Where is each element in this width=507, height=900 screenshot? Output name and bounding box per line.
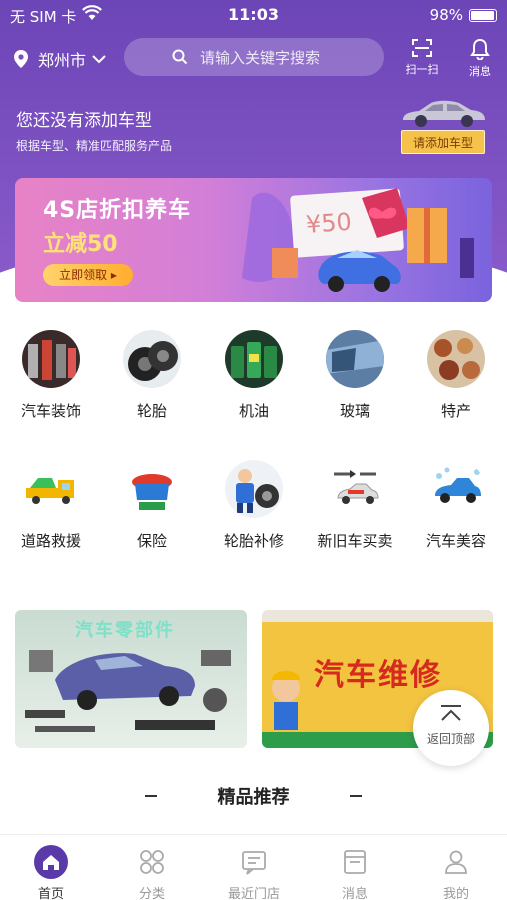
coupon-value: ¥50 [305,208,353,239]
category-label: 保险 [136,532,167,550]
top-bar: 郑州市 请输入关键字搜索 扫一扫 消息 [0,38,507,78]
bell-icon [470,38,490,60]
tab-nearby-store[interactable]: 最近门店 [204,845,304,900]
divider-left [145,795,157,797]
banner-title: 4S店折扣养车 [43,198,192,223]
car-trade-icon [326,460,384,518]
banner-discount: 立减50 [43,232,118,257]
chevron-down-icon [92,55,106,64]
car-silhouette-icon [403,100,485,127]
coupon-gift-illustration: ¥50 [242,188,474,292]
car-repair-title: 汽车维修 [314,658,442,693]
bottom-tab-bar: 首页 分类 最近门店 消息 我的 [0,834,507,900]
tire-repair-icon [225,460,283,518]
engine-oil-icon [225,330,283,388]
category-road-rescue[interactable]: 道路救援 [1,460,101,551]
promo-card-auto-parts[interactable]: 汽车零部件 [15,610,247,748]
banner-claim-button[interactable]: 立即领取 ▸ [43,264,133,286]
category-icon [140,850,164,874]
section-title: 精品推荐 [217,787,290,808]
tab-label: 最近门店 [227,887,280,900]
insurance-icon [123,460,181,518]
category-engine-oil[interactable]: 机油 [204,330,304,421]
category-car-decoration[interactable]: 汽车装饰 [1,330,101,421]
tab-messages[interactable]: 消息 [305,845,405,900]
category-label: 轮胎补修 [223,532,284,550]
tab-label: 我的 [442,887,469,900]
category-label: 道路救援 [20,532,81,550]
tab-profile[interactable]: 我的 [406,845,506,900]
store-icon [242,851,266,875]
tab-category[interactable]: 分类 [102,845,202,900]
no-car-subtitle: 根据车型、精准匹配服务产品 [16,139,173,153]
tab-label: 首页 [37,887,64,900]
city-selector[interactable]: 郑州市 [14,47,116,71]
scan-icon [412,39,432,57]
category-specialty[interactable]: 特产 [406,330,506,421]
tab-label: 分类 [138,887,165,900]
category-label: 新旧车买卖 [317,532,393,550]
category-label: 汽车美容 [425,532,486,550]
add-car-widget[interactable]: 请添加车型 [397,96,489,154]
city-label: 郑州市 [38,51,87,70]
scan-label: 扫一扫 [405,63,439,76]
car-wash-icon [427,460,485,518]
category-label: 机油 [238,402,269,420]
category-label: 特产 [440,402,471,420]
promo-banner[interactable]: ¥50 4S店折扣养车 立减50 立即领取 ▸ [15,178,492,302]
arrow-up-icon [441,705,461,721]
home-icon [34,845,68,879]
tow-truck-icon [22,460,80,518]
category-tire[interactable]: 轮胎 [102,330,202,421]
category-label: 轮胎 [136,402,167,420]
car-decoration-icon [22,330,80,388]
message-label: 消息 [469,65,491,78]
back-to-top-button[interactable]: 返回顶部 [413,690,489,766]
message-icon [344,850,366,874]
back-to-top-label: 返回顶部 [426,732,475,746]
category-insurance[interactable]: 保险 [102,460,202,551]
tire-icon [123,330,181,388]
battery-percent: 98% [429,6,463,24]
profile-icon [445,850,467,874]
category-label: 玻璃 [339,402,370,420]
category-label: 汽车装饰 [20,402,81,420]
divider-right [350,795,362,797]
category-tire-repair[interactable]: 轮胎补修 [204,460,304,551]
scan-button[interactable]: 扫一扫 [402,38,442,77]
battery-icon [469,9,497,22]
car-prompt: 您还没有添加车型 根据车型、精准匹配服务产品 [16,106,172,154]
search-placeholder: 请输入关键字搜索 [200,48,321,67]
add-car-button[interactable]: 请添加车型 [401,130,485,154]
location-pin-icon [14,50,28,68]
status-bar: 无 SIM 卡 11:03 98% [0,0,507,30]
category-glass[interactable]: 玻璃 [305,330,405,421]
message-button[interactable]: 消息 [460,38,500,79]
local-specialty-icon [427,330,485,388]
glass-icon [326,330,384,388]
tab-home[interactable]: 首页 [1,845,101,900]
search-input[interactable]: 请输入关键字搜索 [124,38,384,76]
auto-parts-title: 汽车零部件 [75,620,175,641]
featured-section-header: 精品推荐 [0,783,507,809]
category-car-trade[interactable]: 新旧车买卖 [305,460,405,551]
no-car-title: 您还没有添加车型 [16,111,152,131]
category-car-wash[interactable]: 汽车美容 [406,460,506,551]
search-icon [172,49,188,65]
tab-label: 消息 [341,887,368,900]
